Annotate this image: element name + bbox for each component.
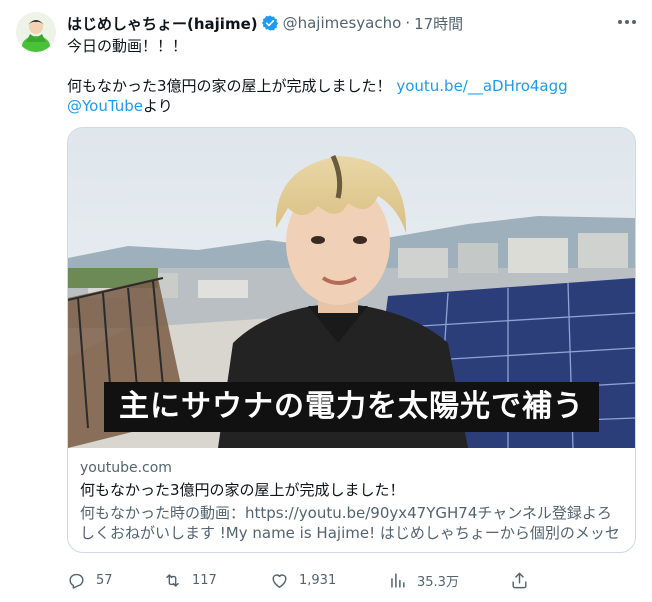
like-count: 1,931 [299,572,337,588]
video-link[interactable]: youtu.be/__aDHro4agg [396,77,567,95]
video-thumbnail[interactable]: 主にサウナの電力を太陽光で補う [68,128,635,448]
card-description: 何もなかった時の動画：https://youtu.be/90yx47YGH74チ… [80,504,620,542]
view-count: 35.3万 [417,574,459,590]
tweet-text-line-2: 何もなかった3億円の家の屋上が完成しました！ youtu.be/__aDHro4… [67,76,568,96]
retweet-icon [163,571,182,590]
avatar[interactable] [16,12,56,52]
tweet-text-line-1: 今日の動画！！！ [67,37,188,55]
thumbnail-caption: 主にサウナの電力を太陽光で補う [104,382,599,432]
tweet-text-line-3: @YouTubeより [67,96,173,116]
tweet-text-suffix: より [143,97,173,115]
like-button[interactable]: 1,931 [270,568,336,592]
share-icon [510,571,529,590]
retweet-count: 117 [192,572,217,588]
retweet-button[interactable]: 117 [163,568,217,592]
link-preview-card[interactable]: 主にサウナの電力を太陽光で補う youtube.com 何もなかった3億円の家の… [67,127,636,553]
reply-count: 57 [96,572,113,588]
mention-link[interactable]: @YouTube [67,97,143,115]
verified-badge-icon [261,14,279,32]
timestamp[interactable]: 17時間 [414,13,463,34]
reply-button[interactable]: 57 [67,568,113,592]
action-bar: 57 117 1,931 35.3万 [67,568,636,592]
more-horizontal-icon[interactable] [614,10,640,34]
card-title: 何もなかった3億円の家の屋上が完成しました！ [80,481,405,499]
views-button[interactable]: 35.3万 [388,568,459,592]
views-bar-chart-icon [388,571,407,590]
tweet-header: はじめしゃちょー(hajime) @hajimesyacho · 17時間 [67,12,463,34]
tweet[interactable]: はじめしゃちょー(hajime) @hajimesyacho · 17時間 今日… [0,0,652,602]
separator-dot: · [405,14,411,32]
card-domain: youtube.com [80,460,172,476]
tweet-text-plain: 何もなかった3億円の家の屋上が完成しました！ [67,77,397,95]
share-button[interactable] [510,568,529,592]
reply-icon [67,571,86,590]
user-handle[interactable]: @hajimesyacho [283,14,402,32]
heart-icon [270,571,289,590]
avatar-image [16,12,56,52]
display-name[interactable]: はじめしゃちょー(hajime) [67,13,258,34]
card-info[interactable]: youtube.com 何もなかった3億円の家の屋上が完成しました！ 何もなかっ… [80,458,625,543]
